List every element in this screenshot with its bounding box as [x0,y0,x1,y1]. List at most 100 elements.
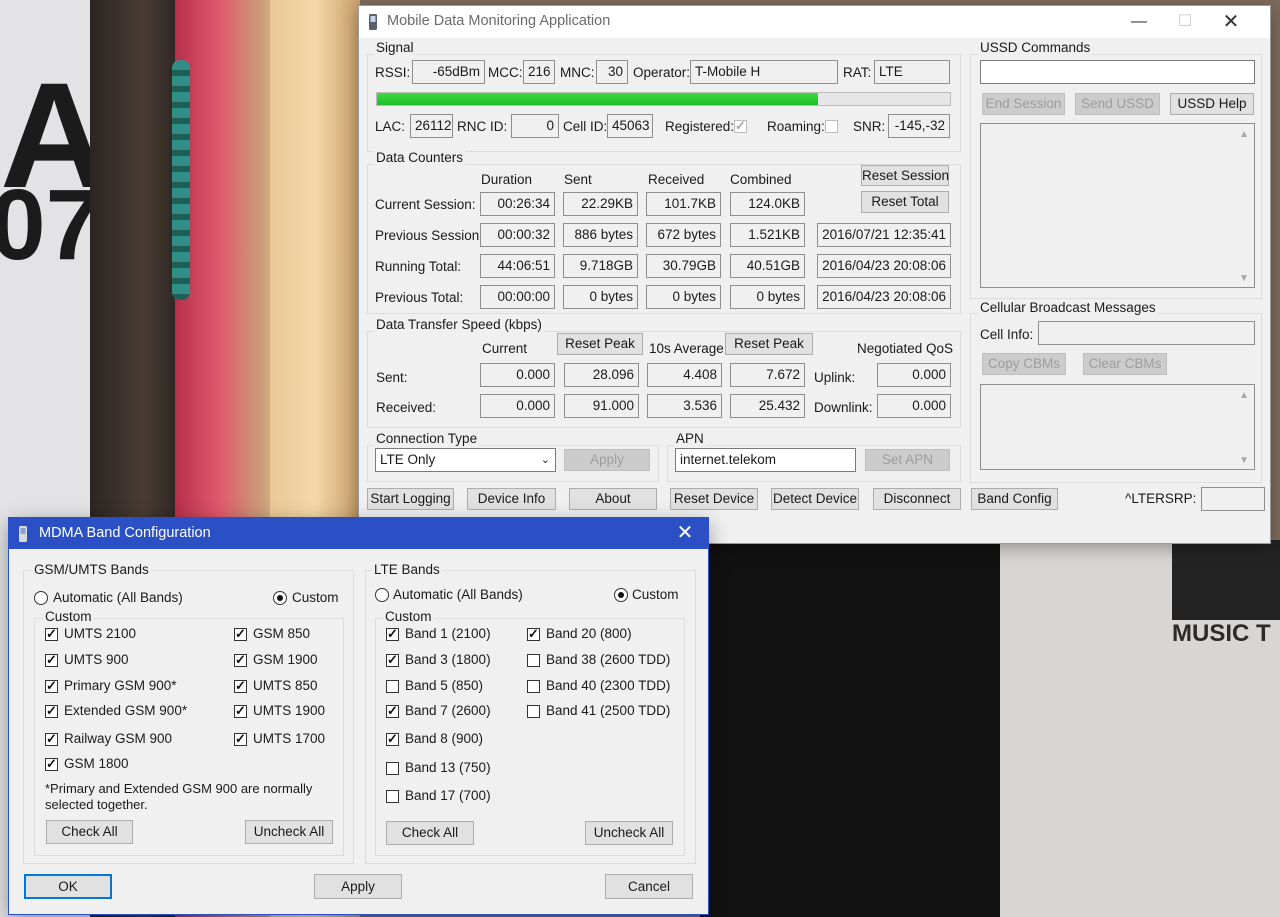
gsm-check-all-button[interactable]: Check All [46,820,133,844]
reset-device-button[interactable]: Reset Device [670,488,758,510]
speed-sent-label: Sent: [376,370,408,385]
counter-value: 1.521KB [730,223,805,247]
ok-button[interactable]: OK [24,874,112,899]
cancel-button[interactable]: Cancel [605,874,693,899]
lte-check-all-button[interactable]: Check All [386,821,474,845]
scroll-down-icon[interactable]: ▼ [1239,455,1249,466]
band-checkbox[interactable] [386,703,399,719]
mnc-label: MNC: [560,65,595,80]
speed-group-title: Data Transfer Speed (kbps) [374,317,544,333]
about-button[interactable]: About [569,488,657,510]
rat-value: LTE [874,60,950,84]
lte-auto-radio[interactable] [375,588,389,602]
reset-peak-received-button[interactable]: Reset Peak [725,333,813,355]
counter-row-label: Running Total: [375,259,462,274]
mnc-value: 30 [596,60,628,84]
band-checkbox[interactable] [386,731,399,747]
speed-sent-avg-peak: 7.672 [730,363,805,387]
maximize-button[interactable]: ☐ [1162,6,1208,38]
band-label: UMTS 1900 [253,703,326,718]
band-label: Railway GSM 900 [64,731,173,746]
reset-session-button[interactable]: Reset Session [861,165,949,186]
counter-value: 0 bytes [563,285,638,309]
band-label: Band 40 (2300 TDD) [546,678,671,693]
counter-value: 124.0KB [730,192,805,216]
counter-value: 00:26:34 [480,192,555,216]
send-ussd-button[interactable]: Send USSD [1075,93,1160,115]
connection-apply-button[interactable]: Apply [564,449,650,471]
ussd-help-button[interactable]: USSD Help [1170,93,1254,115]
band-checkbox[interactable] [234,731,247,747]
minimize-button[interactable]: — [1116,6,1162,38]
close-button[interactable]: ✕ [1208,6,1254,38]
detect-device-button[interactable]: Detect Device [771,488,859,510]
band-checkbox[interactable] [386,790,399,803]
ussd-input[interactable] [980,60,1255,84]
band-config-button[interactable]: Band Config [971,488,1058,510]
cellid-label: Cell ID: [563,119,608,134]
apn-input[interactable]: internet.telekom [675,448,856,472]
connection-type-select[interactable]: LTE Only ⌄ [375,448,556,472]
clear-cbms-button[interactable]: Clear CBMs [1083,353,1167,375]
band-checkbox[interactable] [527,626,540,642]
band-label: Band 38 (2600 TDD) [546,652,671,667]
gsm-auto-radio[interactable] [34,591,48,605]
registered-label: Registered: [665,119,735,134]
reset-peak-sent-button[interactable]: Reset Peak [557,333,643,355]
header-sent: Sent [564,172,592,187]
band-label: Band 1 (2100) [405,626,491,641]
band-checkbox[interactable] [527,654,540,667]
band-checkbox[interactable] [386,762,399,775]
band-label: Band 17 (700) [405,788,491,803]
main-window: Mobile Data Monitoring Application — ☐ ✕… [359,6,1270,543]
band-apply-button[interactable]: Apply [314,874,402,899]
scroll-up-icon[interactable]: ▲ [1239,129,1249,140]
band-label: Band 5 (850) [405,678,484,693]
registered-checkbox [734,118,747,134]
disconnect-button[interactable]: Disconnect [873,488,961,510]
band-dialog-close-button[interactable]: ✕ [662,517,708,549]
gsm-custom-label: Custom [292,590,339,605]
scroll-down-icon[interactable]: ▼ [1239,273,1249,284]
rat-label: RAT: [843,65,872,80]
cbm-group-title: Cellular Broadcast Messages [978,300,1158,316]
roaming-checkbox [825,120,838,133]
band-checkbox[interactable] [234,678,247,694]
band-checkbox[interactable] [234,652,247,668]
set-apn-button[interactable]: Set APN [865,449,950,471]
band-checkbox[interactable] [386,652,399,668]
band-checkbox[interactable] [45,652,58,668]
band-label: Band 20 (800) [546,626,632,641]
lac-label: LAC: [375,119,406,134]
band-checkbox[interactable] [234,703,247,719]
header-combined: Combined [730,172,792,187]
band-checkbox[interactable] [45,678,58,694]
band-checkbox[interactable] [386,626,399,642]
reset-total-button[interactable]: Reset Total [861,191,949,213]
band-checkbox[interactable] [527,705,540,718]
end-session-button[interactable]: End Session [982,93,1065,115]
lte-group-title: LTE Bands [372,562,442,578]
band-checkbox[interactable] [527,680,540,693]
lte-custom-radio[interactable] [614,588,628,602]
counter-date: 2016/04/23 20:08:06 [817,285,951,309]
band-label: Band 3 (1800) [405,652,491,667]
band-checkbox[interactable] [45,756,58,772]
lac-value: 26112 [410,114,453,138]
band-checkbox[interactable] [234,626,247,642]
gsm-custom-radio[interactable] [273,591,287,605]
photo-sign-block [1172,540,1280,620]
photo-dress [700,540,1000,917]
band-dialog-title: MDMA Band Configuration [39,525,211,541]
band-checkbox[interactable] [386,680,399,693]
band-checkbox[interactable] [45,626,58,642]
scroll-up-icon[interactable]: ▲ [1239,390,1249,401]
start-logging-button[interactable]: Start Logging [367,488,454,510]
header-duration: Duration [481,172,533,187]
band-checkbox[interactable] [45,731,58,747]
lte-uncheck-all-button[interactable]: Uncheck All [585,821,673,845]
band-checkbox[interactable] [45,703,58,719]
copy-cbms-button[interactable]: Copy CBMs [982,353,1066,375]
gsm-uncheck-all-button[interactable]: Uncheck All [245,820,333,844]
device-info-button[interactable]: Device Info [467,488,556,510]
